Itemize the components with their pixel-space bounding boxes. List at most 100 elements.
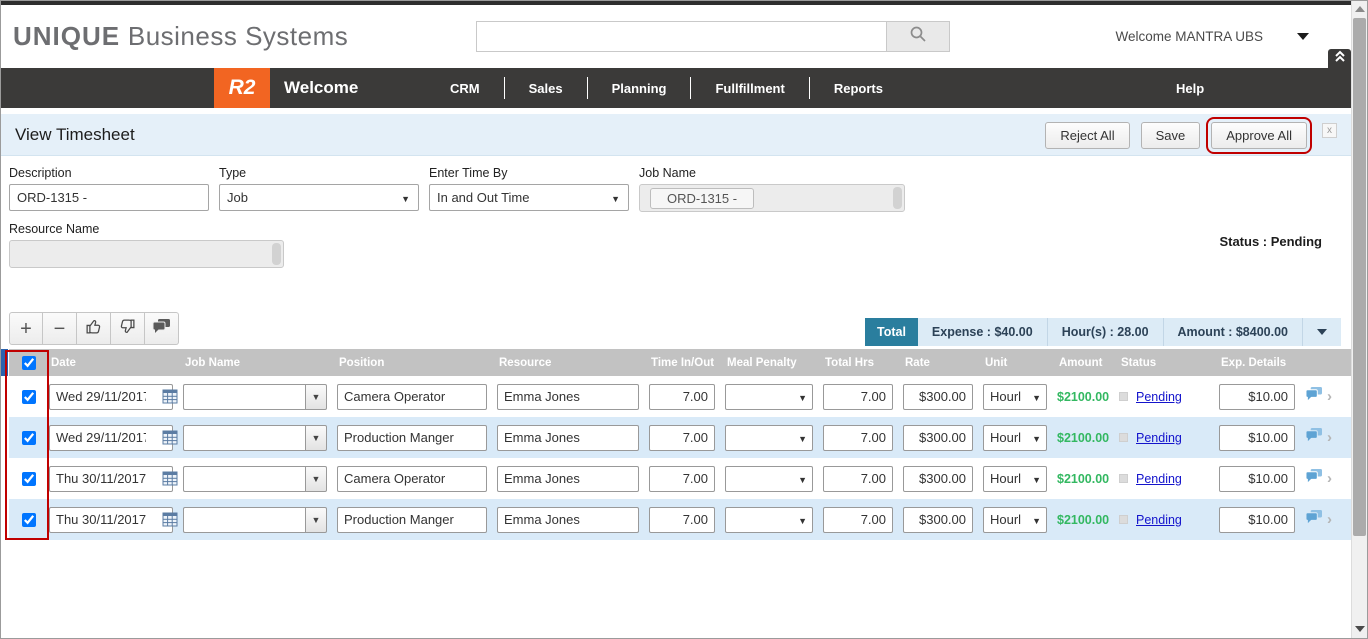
position-field[interactable] xyxy=(337,466,487,492)
exp-details-field[interactable] xyxy=(1219,507,1295,533)
type-select[interactable]: Job ▼ xyxy=(219,184,419,211)
row-expand-chevron[interactable]: › xyxy=(1327,429,1332,446)
position-field[interactable] xyxy=(337,425,487,451)
row-expand-chevron[interactable]: › xyxy=(1327,388,1332,405)
status-pending-link[interactable]: Pending xyxy=(1136,472,1182,486)
date-field[interactable] xyxy=(49,507,173,533)
nav-item-help[interactable]: Help xyxy=(1176,81,1204,96)
row-checkbox[interactable] xyxy=(22,472,36,486)
position-field[interactable] xyxy=(337,507,487,533)
scroll-up-arrow-icon[interactable] xyxy=(1355,6,1365,12)
resource-field[interactable] xyxy=(497,384,639,410)
job-name-combobox[interactable]: ▼ xyxy=(183,384,327,410)
totals-collapse-button[interactable] xyxy=(1303,318,1341,346)
row-checkbox[interactable] xyxy=(22,513,36,527)
combo-arrow-icon[interactable]: ▼ xyxy=(305,507,327,533)
date-field[interactable] xyxy=(49,425,173,451)
total-hrs-field[interactable] xyxy=(823,507,893,533)
approve-selected-button[interactable] xyxy=(77,312,111,345)
resource-field[interactable] xyxy=(497,466,639,492)
row-checkbox[interactable] xyxy=(22,390,36,404)
job-name-combobox[interactable]: ▼ xyxy=(183,425,327,451)
exp-details-field[interactable] xyxy=(1219,384,1295,410)
row-comment-icon[interactable] xyxy=(1305,509,1323,530)
status-pending-link[interactable]: Pending xyxy=(1136,390,1182,404)
reject-all-button[interactable]: Reject All xyxy=(1045,122,1129,149)
nav-menu: CRM Sales Planning Fullfillment Reports xyxy=(426,68,907,108)
nav-item-fulfillment[interactable]: Fullfillment xyxy=(691,81,808,96)
calendar-icon[interactable] xyxy=(162,512,178,532)
time-in-out-field[interactable] xyxy=(649,384,715,410)
unit-select[interactable]: Hourl▼ xyxy=(983,466,1047,492)
total-hrs-field[interactable] xyxy=(823,466,893,492)
resource-field[interactable] xyxy=(497,425,639,451)
nav-item-crm[interactable]: CRM xyxy=(426,81,504,96)
rate-field[interactable] xyxy=(903,466,973,492)
rate-field[interactable] xyxy=(903,425,973,451)
remove-row-button[interactable]: − xyxy=(43,312,77,345)
save-button[interactable]: Save xyxy=(1141,122,1201,149)
user-menu[interactable]: Welcome MANTRA UBS xyxy=(1115,29,1309,44)
row-expand-chevron[interactable]: › xyxy=(1327,511,1332,528)
col-header-exp-details: Exp. Details xyxy=(1219,357,1305,369)
combo-arrow-icon[interactable]: ▼ xyxy=(305,384,327,410)
status-pending-link[interactable]: Pending xyxy=(1136,513,1182,527)
user-menu-caret-icon[interactable] xyxy=(1297,33,1309,40)
resource-field[interactable] xyxy=(497,507,639,533)
row-comment-icon[interactable] xyxy=(1305,468,1323,489)
rate-field[interactable] xyxy=(903,507,973,533)
meal-penalty-select[interactable]: ▼ xyxy=(725,425,813,451)
search-input[interactable] xyxy=(476,21,886,52)
exp-details-field[interactable] xyxy=(1219,466,1295,492)
meal-penalty-select[interactable]: ▼ xyxy=(725,466,813,492)
reject-selected-button[interactable] xyxy=(111,312,145,345)
select-all-checkbox[interactable] xyxy=(22,356,36,370)
add-row-button[interactable]: + xyxy=(9,312,43,345)
combo-arrow-icon[interactable]: ▼ xyxy=(305,466,327,492)
total-hrs-field[interactable] xyxy=(823,384,893,410)
status-pending-label: Status : Pending xyxy=(1219,234,1322,249)
row-expand-chevron[interactable]: › xyxy=(1327,470,1332,487)
nav-item-planning[interactable]: Planning xyxy=(588,81,691,96)
enter-time-by-select[interactable]: In and Out Time ▼ xyxy=(429,184,629,211)
calendar-icon[interactable] xyxy=(162,389,178,409)
position-field[interactable] xyxy=(337,384,487,410)
chevron-down-icon: ▼ xyxy=(798,393,807,403)
meal-penalty-select[interactable]: ▼ xyxy=(725,384,813,410)
approve-all-button[interactable]: Approve All xyxy=(1211,122,1307,149)
row-comment-icon[interactable] xyxy=(1305,427,1323,448)
time-in-out-field[interactable] xyxy=(649,507,715,533)
comments-button[interactable] xyxy=(145,312,179,345)
unit-value: Hourl xyxy=(990,389,1021,404)
job-name-combobox[interactable]: ▼ xyxy=(183,466,327,492)
collapse-panel-tab[interactable] xyxy=(1328,49,1351,68)
date-field[interactable] xyxy=(49,384,173,410)
unit-select[interactable]: Hourl▼ xyxy=(983,425,1047,451)
nav-item-welcome[interactable]: Welcome xyxy=(284,78,358,98)
vertical-scrollbar[interactable] xyxy=(1351,1,1367,638)
row-comment-icon[interactable] xyxy=(1305,386,1323,407)
time-in-out-field[interactable] xyxy=(649,425,715,451)
nav-item-sales[interactable]: Sales xyxy=(505,81,587,96)
r2-brand-badge[interactable]: R2 xyxy=(214,68,270,108)
scroll-down-arrow-icon[interactable] xyxy=(1355,626,1365,632)
close-icon[interactable]: x xyxy=(1322,123,1337,138)
time-in-out-field[interactable] xyxy=(649,466,715,492)
calendar-icon[interactable] xyxy=(162,430,178,450)
nav-item-reports[interactable]: Reports xyxy=(810,81,907,96)
status-pending-link[interactable]: Pending xyxy=(1136,431,1182,445)
job-name-combobox[interactable]: ▼ xyxy=(183,507,327,533)
combo-arrow-icon[interactable]: ▼ xyxy=(305,425,327,451)
unit-select[interactable]: Hourl▼ xyxy=(983,384,1047,410)
calendar-icon[interactable] xyxy=(162,471,178,491)
search-button[interactable] xyxy=(886,21,950,52)
unit-select[interactable]: Hourl▼ xyxy=(983,507,1047,533)
scrollbar-thumb[interactable] xyxy=(1353,18,1366,536)
description-field[interactable] xyxy=(9,184,209,211)
total-hrs-field[interactable] xyxy=(823,425,893,451)
date-field[interactable] xyxy=(49,466,173,492)
meal-penalty-select[interactable]: ▼ xyxy=(725,507,813,533)
row-checkbox[interactable] xyxy=(22,431,36,445)
exp-details-field[interactable] xyxy=(1219,425,1295,451)
rate-field[interactable] xyxy=(903,384,973,410)
